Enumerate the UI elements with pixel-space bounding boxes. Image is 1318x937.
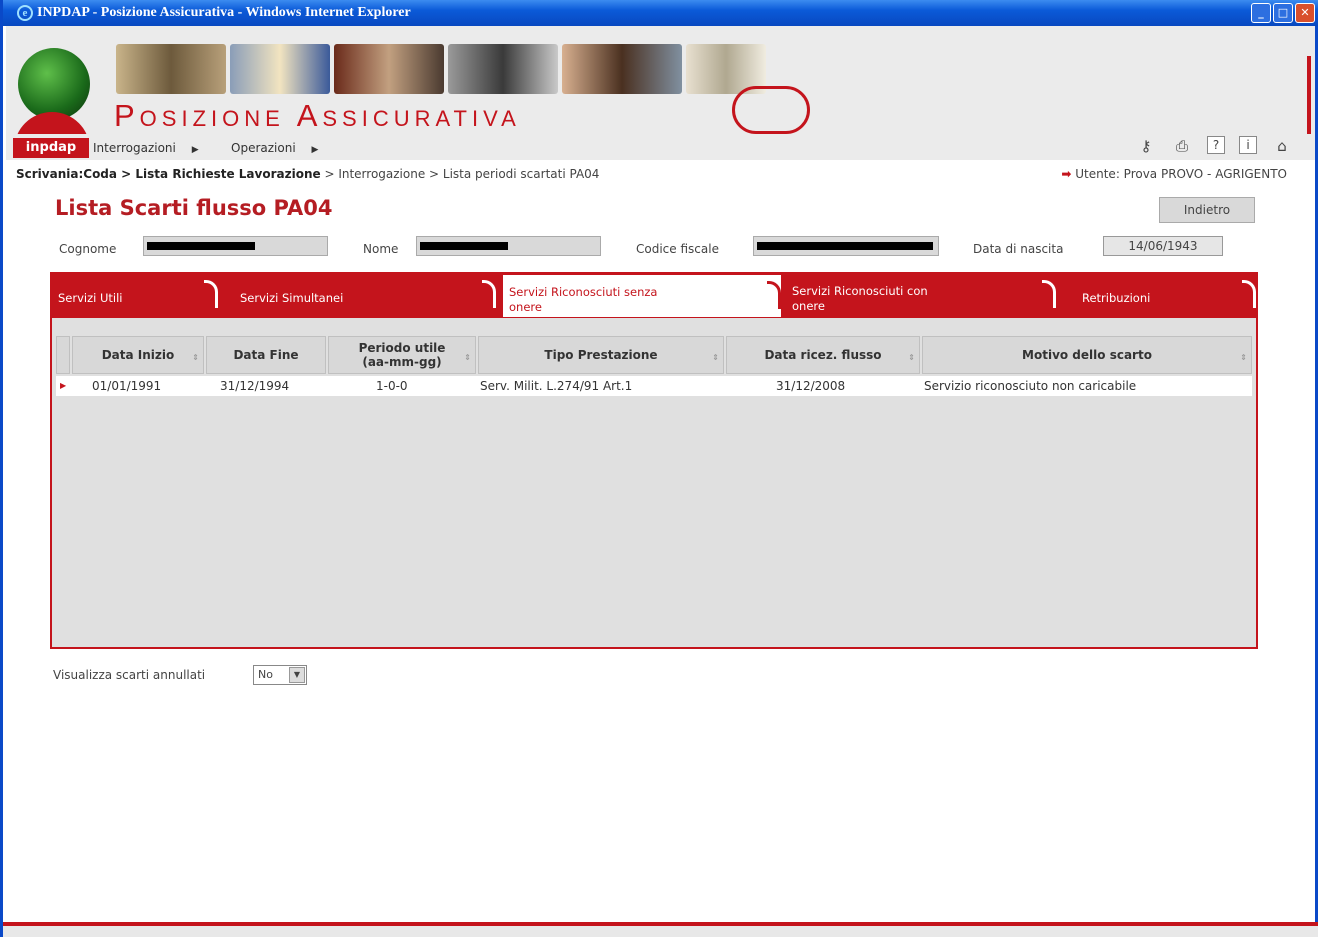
- table-row[interactable]: ▶ 01/01/1991 31/12/1994 1-0-0 Serv. Mili…: [56, 376, 1252, 396]
- cell-tipo-prestazione: Serv. Milit. L.274/91 Art.1: [480, 379, 633, 393]
- tab-label: Retribuzioni: [1082, 291, 1151, 305]
- nome-label: Nome: [363, 242, 399, 256]
- header-label: Data Inizio: [101, 348, 175, 362]
- minimize-button[interactable]: _: [1251, 3, 1271, 23]
- info-icon[interactable]: i: [1239, 136, 1257, 154]
- row-selector-icon: ▶: [60, 381, 67, 390]
- menu-interrogazioni[interactable]: Interrogazioni ▶: [93, 141, 199, 155]
- window-title: INPDAP - Posizione Assicurativa - Window…: [37, 5, 411, 20]
- chevron-down-icon[interactable]: ▼: [289, 667, 305, 683]
- table-header[interactable]: Data ricez. flusso ⇕: [726, 336, 920, 374]
- app-title: Posizione Assicurativa: [114, 98, 521, 133]
- tab-bar: Servizi Utili Servizi Simultanei Servizi…: [52, 274, 1256, 318]
- cell-data-ricezione: 31/12/2008: [776, 379, 846, 393]
- breadcrumb: Scrivania:Coda > Lista Richieste Lavoraz…: [16, 167, 599, 181]
- print-icon[interactable]: ⎙: [1171, 136, 1193, 156]
- arrow-right-icon: ▶: [191, 145, 199, 155]
- codice-fiscale-field: [753, 236, 939, 256]
- browser-window: e INPDAP - Posizione Assicurativa - Wind…: [0, 0, 1318, 937]
- back-button[interactable]: Indietro: [1159, 197, 1255, 223]
- cognome-field: [143, 236, 328, 256]
- banner-photos: [116, 44, 816, 94]
- piggy-bank-icon: [732, 86, 810, 134]
- select-value: No: [258, 668, 273, 681]
- table-header[interactable]: Data Fine: [206, 336, 326, 374]
- table-header[interactable]: Data Inizio ⇕: [72, 336, 204, 374]
- tab-servizi-senza-onere[interactable]: Servizi Riconosciuti senza onere: [502, 274, 782, 318]
- table-header-marker: [56, 336, 70, 374]
- home-icon[interactable]: ⌂: [1271, 136, 1293, 156]
- page-title: Lista Scarti flusso PA04: [55, 196, 333, 220]
- close-button[interactable]: ✕: [1295, 3, 1315, 23]
- header-label: Tipo Prestazione: [544, 348, 658, 362]
- ie-icon: e: [17, 5, 33, 21]
- inpdap-logo-globe: [18, 48, 90, 120]
- nome-field: [416, 236, 601, 256]
- tab-label: Servizi Utili: [58, 291, 123, 305]
- user-info: ➡ Utente: Prova PROVO - AGRIGENTO: [1061, 167, 1287, 181]
- data-nascita-field: 14/06/1943: [1103, 236, 1223, 256]
- table-header[interactable]: Periodo utile (aa-mm-gg) ⇕: [328, 336, 476, 374]
- table-header[interactable]: Tipo Prestazione ⇕: [478, 336, 724, 374]
- tab-label: Servizi Simultanei: [240, 291, 344, 305]
- data-nascita-label: Data di nascita: [973, 242, 1064, 256]
- tab-retribuzioni[interactable]: Retribuzioni: [1068, 274, 1256, 318]
- cell-motivo-scarto: Servizio riconosciuto non caricabile: [924, 379, 1137, 393]
- menu-bar: [6, 134, 1315, 160]
- cell-data-fine: 31/12/1994: [220, 379, 290, 393]
- tab-servizi-utili[interactable]: Servizi Utili: [52, 274, 218, 318]
- breadcrumb-current: > Interrogazione > Lista periodi scartat…: [320, 167, 600, 181]
- codice-fiscale-label: Codice fiscale: [636, 242, 719, 256]
- header-label: Periodo utile (aa-mm-gg): [358, 341, 446, 369]
- user-label: Utente: Prova PROVO - AGRIGENTO: [1075, 167, 1287, 181]
- menu-operazioni[interactable]: Operazioni ▶: [231, 141, 318, 155]
- arrow-right-icon: ➡: [1061, 167, 1072, 181]
- cognome-label: Cognome: [59, 242, 117, 256]
- help-icon[interactable]: ?: [1207, 136, 1225, 154]
- arrow-right-icon: ▶: [311, 145, 319, 155]
- table-header[interactable]: Motivo dello scarto ⇕: [922, 336, 1252, 374]
- breadcrumb-links[interactable]: Scrivania:Coda > Lista Richieste Lavoraz…: [16, 167, 321, 181]
- header-label: Motivo dello scarto: [1022, 348, 1152, 362]
- app-header: Posizione Assicurativa: [6, 26, 1315, 152]
- menu-operazioni-label: Operazioni: [231, 141, 296, 155]
- tab-servizi-con-onere[interactable]: Servizi Riconosciuti con onere: [786, 274, 1056, 318]
- inpdap-brand: inpdap: [13, 138, 89, 158]
- menu-interrogazioni-label: Interrogazioni: [93, 141, 176, 155]
- maximize-button[interactable]: □: [1273, 3, 1293, 23]
- header-label: Data Fine: [233, 348, 299, 362]
- cell-data-inizio: 01/01/1991: [92, 379, 162, 393]
- tab-label: Servizi Riconosciuti con onere: [792, 284, 928, 313]
- tab-servizi-simultanei[interactable]: Servizi Simultanei: [234, 274, 496, 318]
- key-icon[interactable]: ⚷: [1135, 136, 1157, 156]
- toolbar-icons: ⚷ ⎙ ? i ⌂: [1135, 136, 1293, 156]
- title-bar: e INPDAP - Posizione Assicurativa - Wind…: [3, 0, 1318, 26]
- results-panel: Servizi Utili Servizi Simultanei Servizi…: [50, 272, 1258, 649]
- cell-periodo-utile: 1-0-0: [376, 379, 408, 393]
- header-label: Data ricez. flusso: [764, 348, 882, 362]
- annullati-select[interactable]: No ▼: [253, 665, 307, 685]
- filter-label: Visualizza scarti annullati: [53, 668, 206, 682]
- tab-label: Servizi Riconosciuti senza onere: [509, 285, 658, 314]
- status-bar: [3, 922, 1318, 937]
